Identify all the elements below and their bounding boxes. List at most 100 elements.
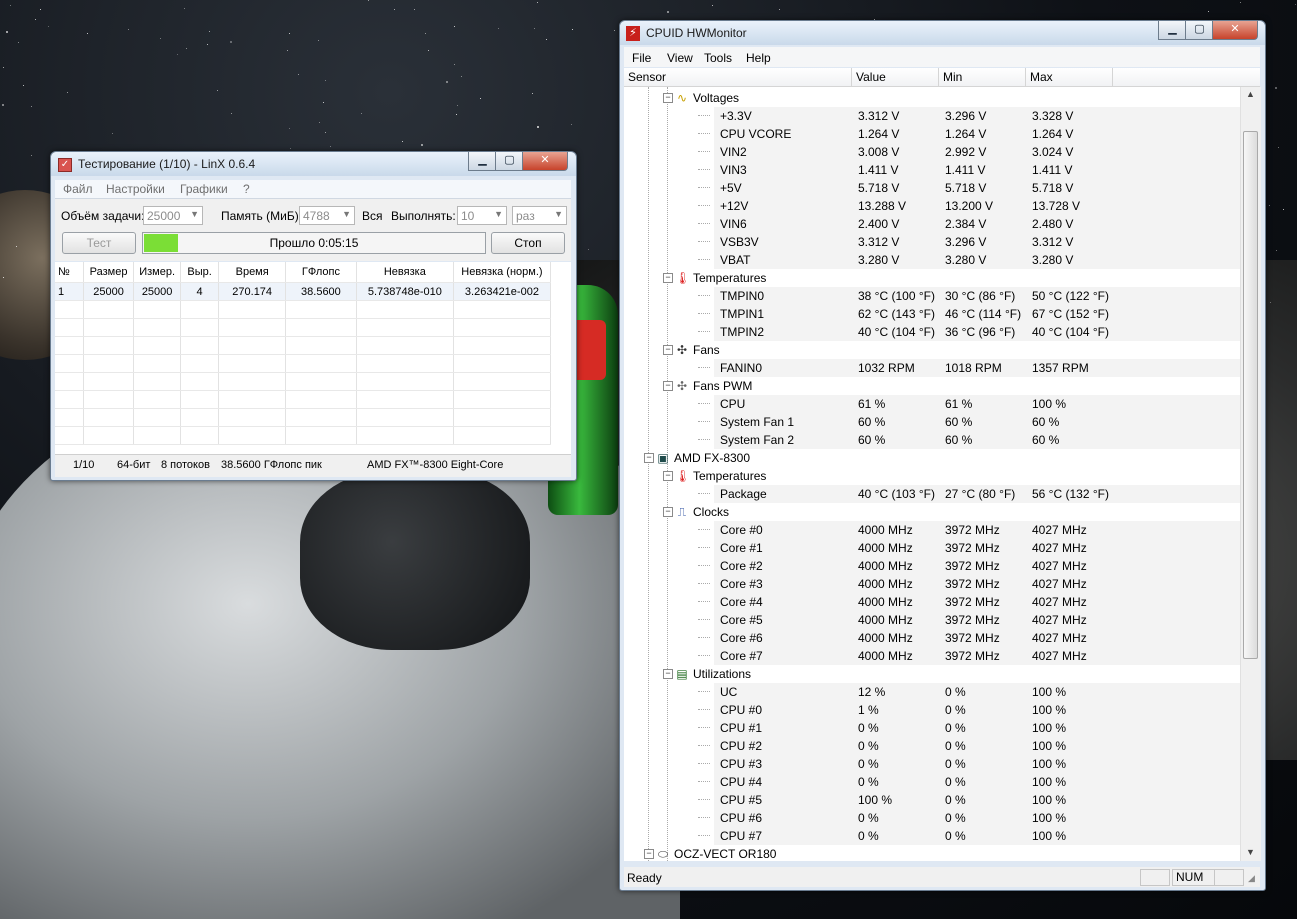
sensor-row[interactable]: CPU #3 0 % 0 % 100 % — [698, 755, 1240, 773]
col-header-residual[interactable]: Невязка — [356, 262, 454, 283]
sensor-group-row[interactable]: − ⬭ OCZ-VECT OR180 — [624, 845, 1240, 861]
sensor-row[interactable]: CPU 61 % 61 % 100 % — [698, 395, 1240, 413]
maximize-button[interactable]: ▢ — [1185, 21, 1214, 40]
sensor-row[interactable]: System Fan 2 60 % 60 % 60 % — [698, 431, 1240, 449]
sensor-row[interactable]: Core #4 4000 MHz 3972 MHz 4027 MHz — [698, 593, 1240, 611]
menu-view[interactable]: View — [667, 51, 693, 65]
col-header-min[interactable]: Min — [939, 68, 1026, 86]
sensor-row[interactable]: VIN2 3.008 V 2.992 V 3.024 V — [698, 143, 1240, 161]
col-header-size[interactable]: Размер — [83, 262, 135, 283]
hwmonitor-statusbar: Ready NUM ◢ — [624, 867, 1260, 887]
col-header-value[interactable]: Value — [852, 68, 939, 86]
memory-combo[interactable]: 4788 ▼ — [299, 206, 355, 225]
sensor-group-row[interactable]: − 🌡 Temperatures — [624, 269, 1240, 287]
sensor-row[interactable]: CPU #0 1 % 0 % 100 % — [698, 701, 1240, 719]
sensor-row[interactable]: CPU #2 0 % 0 % 100 % — [698, 737, 1240, 755]
sensor-group-row[interactable]: − ▤ Utilizations — [624, 665, 1240, 683]
sensor-row[interactable]: VIN6 2.400 V 2.384 V 2.480 V — [698, 215, 1240, 233]
scroll-up-icon[interactable]: ▲ — [1246, 89, 1255, 99]
collapse-toggle-icon[interactable]: − — [663, 507, 673, 517]
linx-window[interactable]: ✓ Тестирование (1/10) - LinX 0.6.4 ▁ ▢ ✕… — [50, 151, 577, 481]
sensor-row[interactable]: Core #0 4000 MHz 3972 MHz 4027 MHz — [698, 521, 1240, 539]
menu-graphs[interactable]: Графики — [180, 182, 228, 196]
sensor-row[interactable]: VSB3V 3.312 V 3.296 V 3.312 V — [698, 233, 1240, 251]
scrollbar-thumb[interactable] — [1243, 131, 1258, 659]
collapse-toggle-icon[interactable]: − — [663, 381, 673, 391]
menu-settings[interactable]: Настройки — [106, 182, 165, 196]
sensor-row[interactable]: CPU #1 0 % 0 % 100 % — [698, 719, 1240, 737]
sensor-row[interactable]: UC 12 % 0 % 100 % — [698, 683, 1240, 701]
sensor-row[interactable]: Package 40 °C (103 °F) 27 °C (80 °F) 56 °C … — [698, 485, 1240, 503]
collapse-toggle-icon[interactable]: − — [644, 849, 654, 859]
sensor-row[interactable]: CPU VCORE 1.264 V 1.264 V 1.264 V — [698, 125, 1240, 143]
sensor-row[interactable]: CPU #6 0 % 0 % 100 % — [698, 809, 1240, 827]
sensor-row[interactable]: FANIN0 1032 RPM 1018 RPM 1357 RPM — [698, 359, 1240, 377]
collapse-toggle-icon[interactable]: − — [663, 669, 673, 679]
sensor-row[interactable]: Core #5 4000 MHz 3972 MHz 4027 MHz — [698, 611, 1240, 629]
close-button[interactable]: ✕ — [1212, 21, 1258, 40]
hwmonitor-titlebar[interactable]: ⚡ CPUID HWMonitor ▁ ▢ ✕ — [620, 21, 1265, 45]
col-header-sensor[interactable]: Sensor — [624, 68, 852, 86]
sensor-row[interactable]: TMPIN2 40 °C (104 °F) 36 °C (96 °F) 40 °C (… — [698, 323, 1240, 341]
col-header-number[interactable]: № — [55, 262, 84, 283]
scroll-down-icon[interactable]: ▼ — [1246, 847, 1255, 857]
col-header-residual-norm[interactable]: Невязка (норм.) — [453, 262, 552, 283]
sensor-row[interactable]: +5V 5.718 V 5.718 V 5.718 V — [698, 179, 1240, 197]
resize-grip-icon[interactable]: ◢ — [1248, 873, 1255, 884]
sensor-group-row[interactable]: − ✣ Fans PWM — [624, 377, 1240, 395]
menu-file[interactable]: File — [632, 51, 651, 65]
sensor-row[interactable]: Core #6 4000 MHz 3972 MHz 4027 MHz — [698, 629, 1240, 647]
hwmonitor-window[interactable]: ⚡ CPUID HWMonitor ▁ ▢ ✕ File View Tools … — [619, 20, 1266, 891]
collapse-toggle-icon[interactable]: − — [663, 345, 673, 355]
sensor-row[interactable]: CPU #4 0 % 0 % 100 % — [698, 773, 1240, 791]
sensor-group-row[interactable]: − ⎍ Clocks — [624, 503, 1240, 521]
maximize-button[interactable]: ▢ — [495, 152, 524, 171]
linx-titlebar[interactable]: ✓ Тестирование (1/10) - LinX 0.6.4 ▁ ▢ ✕ — [51, 152, 576, 176]
vertical-scrollbar[interactable]: ▲ ▼ — [1240, 87, 1261, 861]
sensor-min: 0 % — [945, 793, 966, 807]
collapse-toggle-icon[interactable]: − — [663, 93, 673, 103]
menu-tools[interactable]: Tools — [704, 51, 732, 65]
sensor-row[interactable]: CPU #7 0 % 0 % 100 % — [698, 827, 1240, 845]
sensor-row[interactable]: VIN3 1.411 V 1.411 V 1.411 V — [698, 161, 1240, 179]
sensor-row[interactable]: +12V 13.288 V 13.200 V 13.728 V — [698, 197, 1240, 215]
stop-button[interactable]: Стоп — [491, 232, 565, 254]
run-count-combo[interactable]: 10 ▼ — [457, 206, 507, 225]
sensor-row[interactable]: Core #7 4000 MHz 3972 MHz 4027 MHz — [698, 647, 1240, 665]
sensor-row[interactable]: TMPIN0 38 °C (100 °F) 30 °C (86 °F) 50 °C (… — [698, 287, 1240, 305]
sensor-row[interactable]: Core #3 4000 MHz 3972 MHz 4027 MHz — [698, 575, 1240, 593]
test-button[interactable]: Тест — [62, 232, 136, 254]
sensor-row[interactable]: VBAT 3.280 V 3.280 V 3.280 V — [698, 251, 1240, 269]
col-header-max[interactable]: Max — [1026, 68, 1113, 86]
collapse-toggle-icon[interactable]: − — [663, 471, 673, 481]
sensor-row[interactable]: System Fan 1 60 % 60 % 60 % — [698, 413, 1240, 431]
table-row[interactable]: 1 25000 25000 4 270.174 38.5600 5.738748… — [55, 282, 552, 301]
sensor-group-row[interactable]: − ✣ Fans — [624, 341, 1240, 359]
all-memory-label[interactable]: Вся — [362, 209, 383, 223]
sensor-group-row[interactable]: − ▣ AMD FX-8300 — [624, 449, 1240, 467]
col-header-gflops[interactable]: ГФлопс — [285, 262, 357, 283]
menu-help[interactable]: Help — [746, 51, 771, 65]
col-header-dim[interactable]: Измер. — [133, 262, 181, 283]
collapse-toggle-icon[interactable]: − — [644, 453, 654, 463]
menu-file[interactable]: Файл — [63, 182, 93, 196]
sensor-row[interactable]: Core #2 4000 MHz 3972 MHz 4027 MHz — [698, 557, 1240, 575]
sensor-row[interactable]: +3.3V 3.312 V 3.296 V 3.328 V — [698, 107, 1240, 125]
col-header-align[interactable]: Выр. — [180, 262, 220, 283]
menu-help[interactable]: ? — [243, 182, 250, 196]
sensor-tree[interactable]: − ∿ Voltages +3.3V 3.312 V 3.296 V 3.328 V CPU … — [624, 87, 1240, 861]
close-button[interactable]: ✕ — [522, 152, 568, 171]
minimize-button[interactable]: ▁ — [1158, 21, 1187, 40]
task-size-combo[interactable]: 25000 ▼ — [143, 206, 203, 225]
sensor-group-row[interactable]: − ∿ Voltages — [624, 89, 1240, 107]
collapse-toggle-icon[interactable]: − — [663, 273, 673, 283]
sensor-row[interactable]: Core #1 4000 MHz 3972 MHz 4027 MHz — [698, 539, 1240, 557]
sensor-group-row[interactable]: − 🌡 Temperatures — [624, 467, 1240, 485]
minimize-button[interactable]: ▁ — [468, 152, 497, 171]
sensor-value: 0 % — [858, 721, 879, 735]
sensor-row[interactable]: CPU #5 100 % 0 % 100 % — [698, 791, 1240, 809]
col-header-time[interactable]: Время — [218, 262, 287, 283]
sensor-min: 0 % — [945, 703, 966, 717]
run-unit-combo[interactable]: раз ▼ — [512, 206, 567, 225]
sensor-row[interactable]: TMPIN1 62 °C (143 °F) 46 °C (114 °F) 67 °C … — [698, 305, 1240, 323]
